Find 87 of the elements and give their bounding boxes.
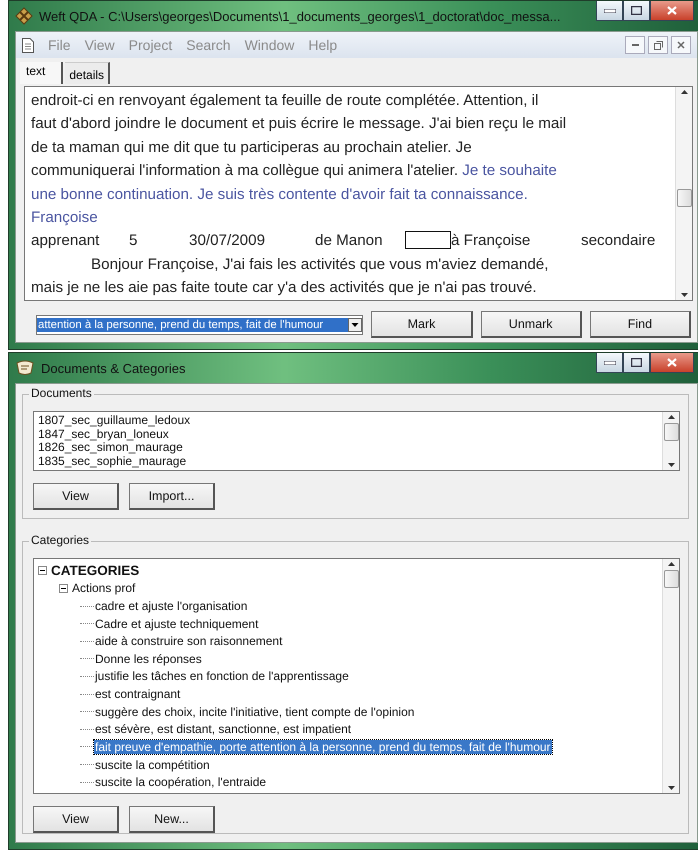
document-item[interactable]: 1826_sec_simon_maurage xyxy=(38,441,658,455)
close-icon xyxy=(667,6,677,15)
document-text: mais je ne les aie pas faite toute car y'a des activités que je n'ai pas trouvé. xyxy=(31,278,537,298)
tree-item[interactable]: Donne les réponses xyxy=(94,652,203,666)
record-field: de Manon xyxy=(315,229,407,253)
tree-item[interactable]: cadre et ajuste l'organisation xyxy=(94,599,248,614)
window-title: Documents & Categories xyxy=(41,360,186,376)
minus-icon xyxy=(40,568,45,574)
tab[interactable]: text xyxy=(20,62,64,84)
minimize-icon xyxy=(632,44,638,46)
categories-button[interactable]: View xyxy=(33,806,119,833)
documents-button[interactable]: Import... xyxy=(129,483,215,510)
close-button[interactable] xyxy=(650,1,694,21)
redaction-box xyxy=(405,231,451,250)
document-text: Bonjour Françoise, J'ai fais les activités que vous m'aviez demandé, xyxy=(91,254,548,275)
document-text: faut d'abord joindre le document et puis écrire le message. J'ai bien reçu le mail xyxy=(31,114,566,134)
scroll-up-arrow-icon[interactable] xyxy=(680,90,688,94)
toolbar-button[interactable]: Find xyxy=(590,311,691,338)
collapse-toggle[interactable] xyxy=(38,566,47,576)
record-field: 30/07/2009 xyxy=(189,229,315,253)
collapse-toggle[interactable] xyxy=(59,584,68,593)
document-text: endroit-ci en renvoyant également ta feuille de route complétée. Attention, il xyxy=(31,91,538,111)
close-button[interactable] xyxy=(671,36,691,54)
document-item[interactable]: 1807_sec_guillaume_ledoux xyxy=(38,414,658,428)
record-field: 5 xyxy=(129,229,189,253)
minimize-icon xyxy=(604,8,616,12)
minimize-icon xyxy=(604,360,616,364)
maximize-button[interactable] xyxy=(623,1,650,21)
scrollbar[interactable] xyxy=(662,559,679,793)
group-label: Documents xyxy=(29,386,94,400)
tree-item[interactable]: aide à construire son raisonnement xyxy=(94,634,284,648)
scrollbar-thumb[interactable] xyxy=(676,189,692,207)
scrollbar[interactable] xyxy=(675,87,692,300)
documents-button[interactable]: View xyxy=(33,483,119,510)
tree-item[interactable]: suscite la compétition xyxy=(94,758,211,772)
tree-item[interactable]: Actions prof xyxy=(71,581,136,596)
scroll-down-arrow-icon[interactable] xyxy=(668,463,674,467)
scrollbar-thumb[interactable] xyxy=(664,423,678,441)
close-icon xyxy=(667,358,677,367)
minimize-button[interactable] xyxy=(596,353,623,373)
maximize-icon xyxy=(631,6,642,15)
tree-item[interactable]: justifie les tâches en fonction de l'apprentissage xyxy=(94,669,350,684)
tree-item[interactable]: CATEGORIES xyxy=(50,563,140,578)
coded-text: Je te souhaite xyxy=(461,161,557,182)
tree-item[interactable]: fait preuve d'empathie, porte attention à la personne, prend du temps, fait de l'humour xyxy=(94,740,552,754)
scroll-up-arrow-icon[interactable] xyxy=(668,562,674,566)
toolbar-button[interactable]: Mark xyxy=(371,311,473,338)
document-text: de ta maman qui me dit que tu participeras au prochain atelier. Je xyxy=(31,138,472,158)
scroll-down-arrow-icon[interactable] xyxy=(680,293,688,297)
maximize-icon xyxy=(631,358,642,367)
coded-text: Françoise xyxy=(31,208,98,228)
record-field: apprenant xyxy=(31,229,129,253)
tab[interactable]: details xyxy=(65,62,110,84)
restore-icon xyxy=(654,40,662,50)
tree-item[interactable]: est contraignant xyxy=(94,687,182,702)
close-button[interactable] xyxy=(650,353,694,373)
tree-item[interactable]: Cadre et ajuste techniquement xyxy=(94,616,260,631)
tree-item[interactable]: est sévère, est distant, sanctionne, est impatient xyxy=(94,722,352,736)
minus-icon xyxy=(61,586,66,591)
categories-tree[interactable] xyxy=(33,558,680,794)
categories-button[interactable]: New... xyxy=(129,806,215,833)
scrollbar[interactable] xyxy=(662,412,679,470)
document-text-area[interactable] xyxy=(24,86,693,301)
close-icon xyxy=(677,41,685,49)
category-dropdown[interactable]: attention à la personne, prend du temps, fait de l'humour xyxy=(36,314,364,334)
document-item[interactable]: 1835_sec_sophie_maurage xyxy=(38,454,658,468)
scroll-down-arrow-icon[interactable] xyxy=(668,786,674,790)
document-item[interactable]: 1847_sec_bryan_loneux xyxy=(38,428,658,442)
scrollbar-thumb[interactable] xyxy=(664,570,678,588)
window-title: Weft QDA - C:\Users\georges\Documents\1_documents_georges\1_doctorat\doc_messa... xyxy=(39,8,560,24)
maximize-button[interactable] xyxy=(623,353,650,373)
toolbar-button[interactable]: Unmark xyxy=(480,311,582,338)
minimize-button[interactable] xyxy=(596,1,623,21)
scroll-up-arrow-icon[interactable] xyxy=(668,415,674,419)
minimize-button[interactable] xyxy=(625,36,645,54)
document-text: communiquerai l'information à ma collègue qui animera l'atelier. xyxy=(31,161,458,182)
tree-item[interactable]: suscite la coopération, l'entraide xyxy=(94,775,268,790)
group-label: Categories xyxy=(29,533,92,547)
restore-button[interactable] xyxy=(648,36,668,54)
app-logo-icon xyxy=(15,359,35,377)
documents-list[interactable]: 1807_sec_guillaume_ledoux 1847_sec_bryan_loneux 1826_sec_simon_maurage 1835_sec_sophie_maurage xyxy=(33,411,680,471)
document-icon xyxy=(22,38,34,52)
record-field: secondaire xyxy=(581,229,671,253)
coded-text: une bonne continuation. Je suis très contente d'avoir fait ta connaissance. xyxy=(31,184,528,205)
record-field: à Françoise xyxy=(451,229,581,253)
app-logo-icon xyxy=(15,7,33,25)
tree-item[interactable]: suggère des choix, incite l'initiative, tient compte de l'opinion xyxy=(94,704,416,719)
